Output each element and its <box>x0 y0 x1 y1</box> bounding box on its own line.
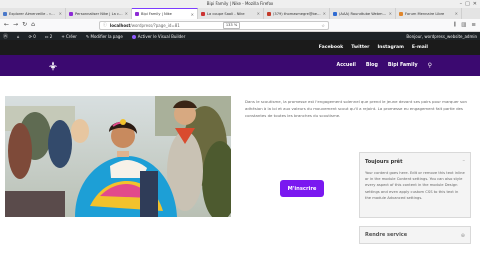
browser-tab[interactable]: (AAA) Roundtube Webmail ✕ <box>330 8 396 19</box>
join-button[interactable]: M'inscrire <box>280 180 324 197</box>
accordion-item-open[interactable]: Toujours prêt – Your content goes here. … <box>359 152 471 218</box>
zoom-level[interactable]: 133 % <box>222 21 241 29</box>
admin-greeting[interactable]: Bonjour, wordpress_website_admin <box>406 34 477 39</box>
bookmark-star-icon[interactable]: ☆ <box>321 23 325 28</box>
menu-item-bipi-family[interactable]: Bipi Family <box>388 63 418 68</box>
intro-paragraph: Dans le scoutisme, la promesse est l'eng… <box>245 99 467 118</box>
toolbar-icons: ⫼ ▥ ≡ <box>454 22 476 29</box>
divi-icon <box>131 34 136 39</box>
tab-favicon-icon <box>3 11 7 16</box>
menu-item-accueil[interactable]: Accueil <box>337 63 356 68</box>
url-host: localhost <box>109 22 131 28</box>
window-title-bar: Bipi Family | Nike - Mozilla Firefox – □… <box>0 0 480 8</box>
close-tab-icon[interactable]: ✕ <box>455 11 458 16</box>
close-tab-icon[interactable]: ✕ <box>59 11 62 16</box>
close-tab-icon[interactable]: ✕ <box>125 11 128 16</box>
tab-label: (AAA) Roundtube Webmail <box>339 11 387 16</box>
search-icon[interactable]: ⚲ <box>428 62 432 69</box>
browser-tab[interactable]: Personnaliser Nike | La ch... ✕ <box>66 8 132 19</box>
scouts-photo <box>5 96 231 217</box>
close-window-icon[interactable]: ✕ <box>473 1 477 7</box>
comments-count: 2 <box>49 33 53 39</box>
sidebar-icon[interactable]: ▥ <box>461 22 466 29</box>
expand-icon[interactable]: ⊕ <box>461 233 465 239</box>
main-menu: Accueil Blog Bipi Family ⚲ <box>337 62 433 69</box>
social-links-bar: Facebook Twitter Instagram E-mail <box>0 40 480 55</box>
tab-bar: Explorer Aimerveille - «éventuel» ✕ Pers… <box>0 8 480 19</box>
reload-icon[interactable]: ↻ <box>22 21 27 29</box>
visual-builder-label: Activer le Visual Builder <box>137 33 186 39</box>
edit-page-label: Modifier la page <box>90 33 123 39</box>
site-header: Accueil Blog Bipi Family ⚲ <box>0 55 480 76</box>
site-home-icon[interactable]: ⌂ <box>17 34 20 39</box>
accordion-title: Toujours prêt <box>365 159 403 165</box>
updates-item[interactable]: ⟳ 0 <box>29 34 36 39</box>
library-icon[interactable]: ⫼ <box>454 22 457 29</box>
close-tab-icon[interactable]: ✕ <box>323 11 326 16</box>
browser-tab[interactable]: Explorer Aimerveille - «éventuel» ✕ <box>0 8 66 19</box>
window-title: Bipi Family | Nike - Mozilla Firefox <box>206 1 274 6</box>
tab-label: La coupe Saoli - Nike <box>207 11 245 16</box>
tab-label: (379) thomasmegre@ber... <box>273 11 321 16</box>
tab-label: Explorer Aimerveille - «éventuel» <box>9 11 57 16</box>
edit-page-item[interactable]: ✎ Modifier la page <box>86 34 123 39</box>
window-controls: – □ ✕ <box>460 1 477 7</box>
tab-favicon-icon <box>201 11 205 16</box>
browser-tab[interactable]: Forum Mennaire Libre ✕ <box>396 8 462 19</box>
instagram-link[interactable]: Instagram <box>377 45 403 50</box>
minimize-icon[interactable]: – <box>460 1 463 7</box>
visual-builder-item[interactable]: Activer le Visual Builder <box>131 33 186 39</box>
twitter-link[interactable]: Twitter <box>351 45 369 50</box>
tab-favicon-icon <box>267 11 271 16</box>
updates-count: 0 <box>33 33 36 39</box>
browser-navbar: ← → ↻ ⌂ ⓘ localhost/wordpress/?page_id=8… <box>0 19 480 32</box>
home-icon[interactable]: ⌂ <box>31 21 35 29</box>
join-button-label: M'inscrire <box>287 185 317 192</box>
wp-admin-bar: Ⓦ ⌂ ⟳ 0 ▭ 2 + Créer ✎ Modifier la page A… <box>0 32 480 40</box>
scouts-photo-image <box>5 96 231 217</box>
info-icon[interactable]: ⓘ <box>103 22 107 28</box>
tab-favicon-icon <box>399 11 403 16</box>
email-link[interactable]: E-mail <box>412 45 428 50</box>
tab-favicon-icon <box>333 11 337 16</box>
browser-tab-active[interactable]: Bipi Family | Nike ✕ <box>132 8 198 19</box>
tab-favicon-icon <box>69 11 73 16</box>
close-tab-icon[interactable]: ✕ <box>257 11 260 16</box>
tab-favicon-icon <box>135 12 139 16</box>
maximize-icon[interactable]: □ <box>465 1 470 7</box>
menu-item-blog[interactable]: Blog <box>366 63 378 68</box>
new-label: Créer <box>65 33 77 39</box>
browser-tab[interactable]: (379) thomasmegre@ber... ✕ <box>264 8 330 19</box>
back-icon[interactable]: ← <box>4 21 9 29</box>
url-path: /wordpress/?page_id=81 <box>130 22 180 28</box>
comments-item[interactable]: ▭ 2 <box>45 34 53 39</box>
close-tab-icon[interactable]: ✕ <box>191 12 194 17</box>
wordpress-logo-icon[interactable]: Ⓦ <box>3 33 8 40</box>
close-tab-icon[interactable]: ✕ <box>389 11 392 16</box>
site-logo[interactable] <box>48 61 58 71</box>
tab-label: Personnaliser Nike | La ch... <box>75 11 123 16</box>
accordion-item-closed[interactable]: Rendre service ⊕ <box>359 226 471 244</box>
tab-label: Forum Mennaire Libre <box>405 11 445 16</box>
new-item[interactable]: + Créer <box>61 34 77 39</box>
browser-tab[interactable]: La coupe Saoli - Nike ✕ <box>198 8 264 19</box>
accordion-title: Rendre service <box>365 232 408 238</box>
collapse-icon[interactable]: – <box>463 158 466 164</box>
menu-icon[interactable]: ≡ <box>471 22 476 29</box>
facebook-link[interactable]: Facebook <box>319 45 343 50</box>
fleur-de-lis-icon <box>49 61 57 70</box>
url-bar[interactable]: ⓘ localhost/wordpress/?page_id=81 133 % … <box>98 20 329 30</box>
forward-icon[interactable]: → <box>13 21 18 29</box>
tab-label: Bipi Family | Nike <box>141 12 172 16</box>
accordion-body: Your content goes here. Edit or remove t… <box>365 171 465 200</box>
